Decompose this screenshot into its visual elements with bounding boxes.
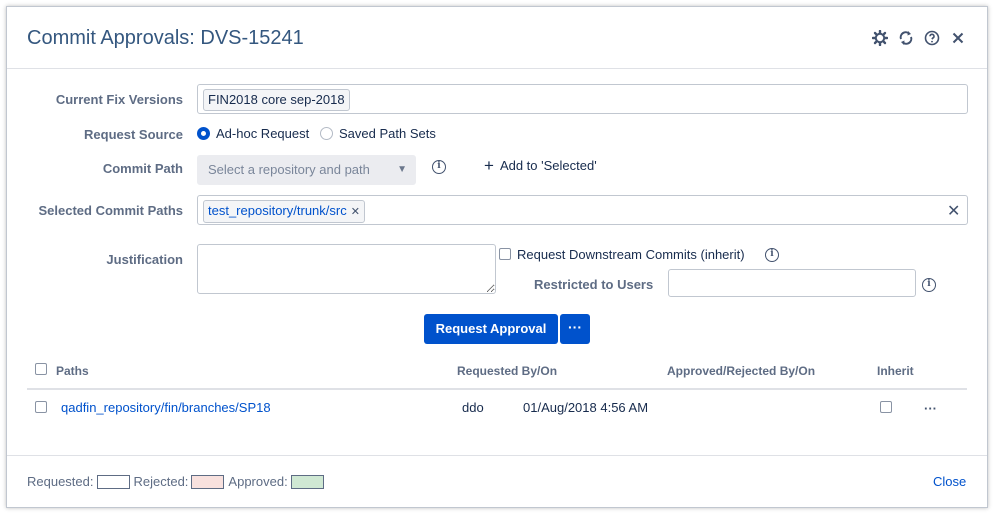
restricted-users-input[interactable]: [668, 269, 916, 297]
legend-requested-swatch: [96, 474, 130, 489]
fix-versions-label: Current Fix Versions: [55, 92, 183, 107]
refresh-icon[interactable]: [897, 29, 915, 47]
legend-requested-label: Requested:: [27, 474, 94, 489]
commit-path-label: Commit Path: [102, 161, 183, 176]
row-menu-button[interactable]: ···: [924, 401, 937, 416]
legend: Requested: Rejected: Approved:: [27, 474, 328, 489]
selected-path-tag-label: test_repository/trunk/src: [208, 203, 347, 218]
table-header-divider: [27, 388, 967, 390]
more-actions-button[interactable]: ···: [560, 314, 590, 344]
row-requested-on: 01/Aug/2018 4:56 AM: [523, 400, 649, 415]
help-icon[interactable]: [923, 29, 941, 47]
commit-path-placeholder: Select a repository and path: [208, 162, 370, 177]
radio-selected-indicator: [197, 127, 210, 140]
selected-path-tag: test_repository/trunk/src ✕: [203, 200, 365, 223]
legend-approved-label: Approved:: [228, 474, 288, 489]
header-icons: [871, 29, 967, 47]
selected-paths-field[interactable]: test_repository/trunk/src ✕: [197, 195, 968, 225]
restricted-users-label: Restricted to Users: [534, 277, 654, 292]
downstream-info-icon[interactable]: i: [765, 248, 779, 262]
row-path-link[interactable]: qadfin_repository/fin/branches/SP18: [61, 400, 271, 415]
request-source-label: Request Source: [84, 127, 183, 142]
radio-saved-path-sets-label: Saved Path Sets: [339, 126, 436, 141]
row-inherit-checkbox[interactable]: [880, 401, 892, 413]
th-approved: Approved/Rejected By/On: [667, 364, 816, 378]
commit-approvals-dialog: Commit Approvals: DVS-15241 Current Fix …: [6, 6, 988, 508]
th-requested: Requested By/On: [457, 364, 558, 378]
close-icon[interactable]: [949, 29, 967, 47]
radio-saved-path-sets[interactable]: Saved Path Sets: [320, 126, 436, 141]
commit-path-select[interactable]: Select a repository and path ▼: [197, 155, 416, 185]
radio-adhoc-label: Ad-hoc Request: [216, 126, 310, 141]
add-to-selected-label: Add to 'Selected': [499, 158, 597, 173]
row-checkbox[interactable]: [35, 401, 47, 413]
fix-versions-field[interactable]: FIN2018 core sep-2018: [197, 84, 968, 114]
restricted-info-icon[interactable]: i: [922, 278, 936, 292]
justification-textarea[interactable]: [197, 244, 496, 294]
select-all-checkbox[interactable]: [35, 363, 47, 375]
chevron-down-icon: ▼: [397, 164, 407, 175]
request-approval-button[interactable]: Request Approval: [424, 314, 558, 344]
dialog-title: Commit Approvals: DVS-15241: [27, 27, 304, 49]
plus-icon: +: [484, 155, 494, 175]
legend-rejected-label: Rejected:: [133, 474, 189, 489]
remove-tag-icon[interactable]: ✕: [351, 206, 360, 218]
selected-paths-label: Selected Commit Paths: [38, 203, 184, 218]
dialog-header: Commit Approvals: DVS-15241: [7, 7, 987, 69]
radio-adhoc[interactable]: Ad-hoc Request: [197, 126, 309, 141]
row-requested-by: ddo: [462, 400, 484, 415]
clear-all-icon[interactable]: ✕: [947, 201, 960, 221]
downstream-label: Request Downstream Commits (inherit): [517, 247, 745, 262]
gear-icon[interactable]: [871, 29, 889, 47]
legend-approved-swatch: [290, 474, 324, 489]
close-link[interactable]: Close: [933, 474, 966, 489]
th-paths: Paths: [56, 364, 89, 378]
info-icon[interactable]: i: [432, 160, 446, 174]
legend-rejected-swatch: [191, 474, 225, 489]
footer-divider: [7, 455, 987, 456]
radio-unselected-indicator: [320, 127, 333, 140]
downstream-checkbox[interactable]: [499, 248, 511, 260]
fix-version-tag: FIN2018 core sep-2018: [203, 89, 350, 111]
justification-label: Justification: [106, 252, 183, 267]
th-inherit: Inherit: [877, 364, 914, 378]
add-to-selected-button[interactable]: + Add to 'Selected': [484, 155, 597, 175]
